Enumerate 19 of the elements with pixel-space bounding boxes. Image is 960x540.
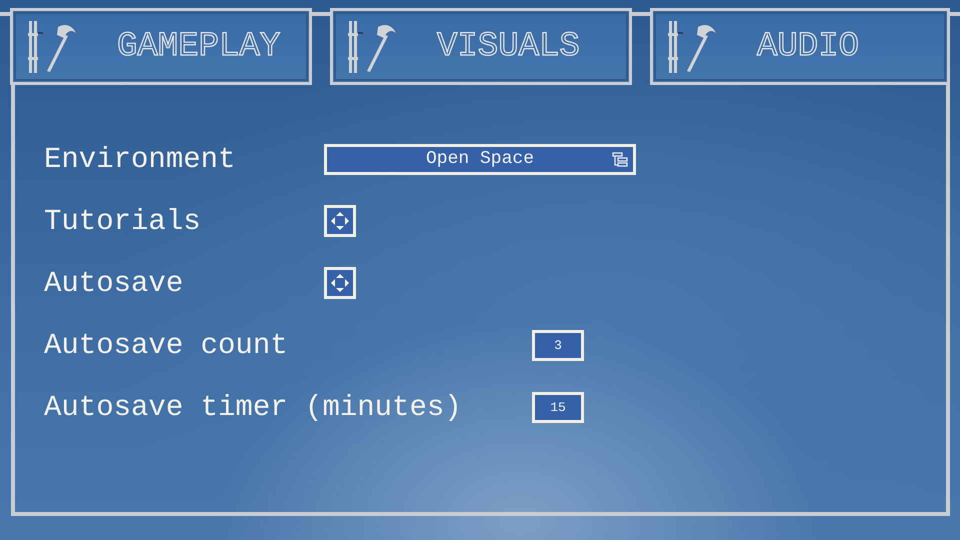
four-arrows-icon [330,273,350,293]
checkbox[interactable] [324,205,356,237]
tools-icon [27,20,77,72]
tools-icon [667,20,717,72]
tab[interactable]: GAMEPLAY [10,8,312,85]
tools-icon [347,20,397,72]
setting-label: Autosave [44,266,184,300]
list-icon [612,152,628,168]
setting-label: Tutorials [44,204,202,238]
number-field[interactable]: 15 [532,392,584,422]
checkbox[interactable] [324,267,356,299]
tab[interactable]: AUDIO [650,8,950,85]
setting-label: Autosave timer (minutes) [44,390,463,424]
setting-label: Autosave count [44,328,289,362]
number-field[interactable]: 3 [532,330,584,360]
four-arrows-icon [330,211,350,231]
setting-label: Environment [44,142,236,176]
environment-dropdown[interactable]: Open Space [324,144,636,174]
tab[interactable]: VISUALS [330,8,632,85]
